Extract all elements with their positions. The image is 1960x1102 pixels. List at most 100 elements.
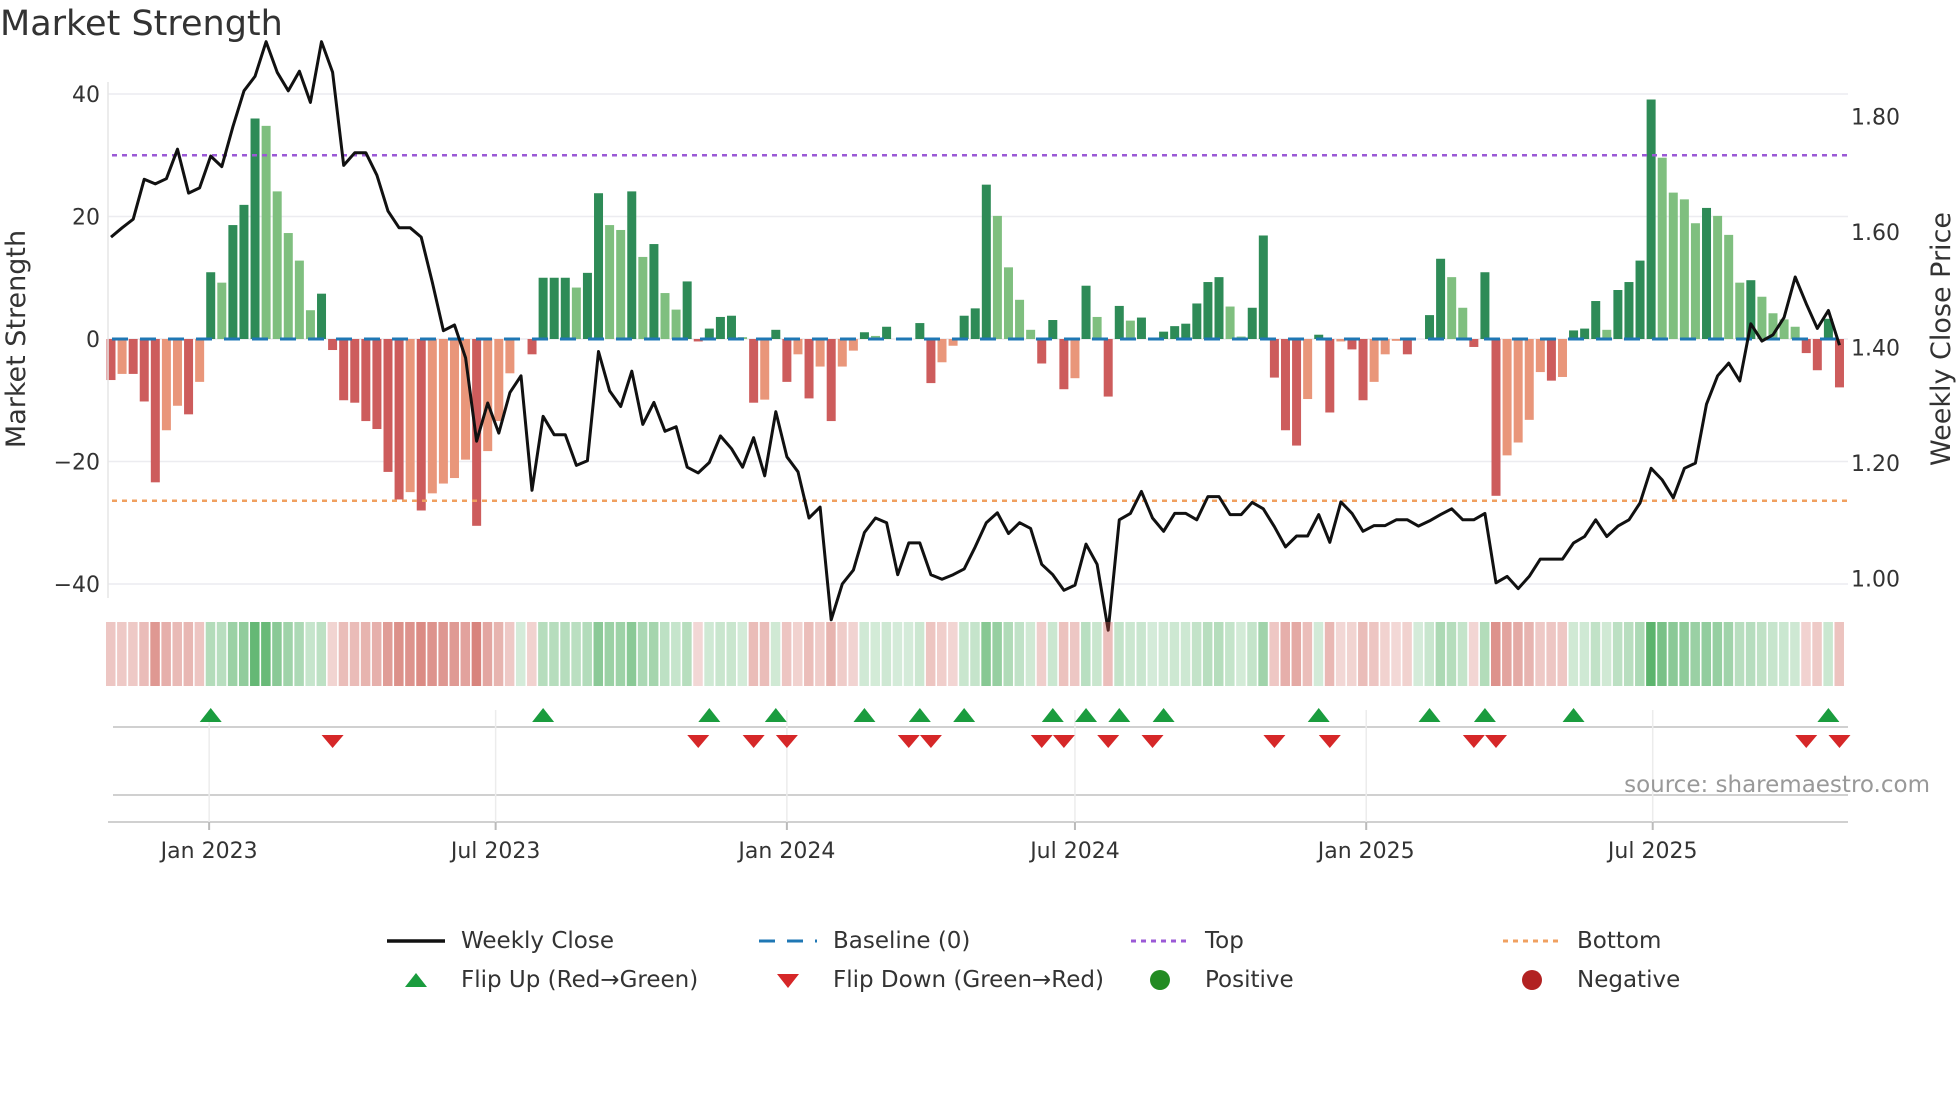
heat-cell xyxy=(715,622,725,686)
flip-down-marker xyxy=(1030,735,1053,748)
strength-bar xyxy=(726,315,736,339)
heat-cell xyxy=(1690,622,1700,686)
heat-cell xyxy=(316,622,327,686)
heat-cell xyxy=(1679,622,1689,686)
x-tick-label: Jul 2024 xyxy=(1028,839,1120,864)
strength-bar xyxy=(438,339,448,484)
heat-cell xyxy=(881,622,892,686)
legend-positive-swatch-icon xyxy=(1150,970,1170,990)
strength-bar xyxy=(449,339,459,479)
heat-cell xyxy=(560,622,570,686)
heat-cell xyxy=(660,622,670,686)
strength-bar xyxy=(1713,215,1723,339)
strength-bar xyxy=(1557,339,1567,377)
x-tick-label: Jan 2024 xyxy=(736,839,835,864)
y-tick-label: 40 xyxy=(72,83,100,108)
heat-cell xyxy=(1092,622,1102,686)
strength-bar xyxy=(505,339,515,374)
heat-cell xyxy=(1191,622,1202,686)
strength-bar xyxy=(1015,299,1025,339)
flip-up-marker xyxy=(1041,708,1064,722)
strength-bar xyxy=(1524,339,1534,420)
heat-cell xyxy=(1291,622,1302,686)
y-tick-label: 20 xyxy=(72,206,100,231)
legend-label: Positive xyxy=(1205,967,1294,993)
strength-bar xyxy=(1436,258,1446,339)
heat-cell xyxy=(1169,622,1180,686)
flip-up-marker xyxy=(1418,708,1441,722)
heat-cell xyxy=(1069,622,1080,686)
heat-cell xyxy=(261,622,271,686)
heat-cell xyxy=(1635,622,1645,686)
heat-cell xyxy=(1612,622,1623,686)
heat-cell xyxy=(1214,622,1224,686)
strength-bar xyxy=(1292,339,1302,446)
legend-label: Flip Down (Green→Red) xyxy=(833,967,1104,993)
strength-bar xyxy=(1447,277,1457,339)
strength-bar xyxy=(1225,306,1235,339)
legend-baseline-swatch-icon xyxy=(759,939,817,943)
strength-bar xyxy=(1425,315,1435,339)
strength-bar xyxy=(1347,339,1357,350)
heat-cell xyxy=(937,622,947,686)
strength-bar xyxy=(184,339,194,415)
heat-cell xyxy=(161,622,171,686)
flip-markers-panel xyxy=(108,708,1851,830)
legend-label: Negative xyxy=(1577,967,1681,993)
strength-bar xyxy=(161,339,171,431)
y2-tick-label: 1.00 xyxy=(1851,568,1900,593)
strength-bar xyxy=(483,339,493,452)
strength-bar xyxy=(1081,285,1091,339)
strength-bar xyxy=(1535,339,1545,373)
strength-bar xyxy=(1646,99,1656,339)
heat-cell xyxy=(394,622,404,686)
heat-cell xyxy=(272,622,282,686)
strength-bar xyxy=(1136,317,1146,339)
legend-line-swatch-icon xyxy=(387,939,445,943)
strength-bar xyxy=(715,316,725,339)
heat-cell xyxy=(1380,622,1390,686)
heat-cell xyxy=(970,622,980,686)
strength-bar xyxy=(361,339,371,422)
strength-bar xyxy=(1003,267,1013,339)
heat-cell xyxy=(1103,622,1113,686)
strength-bar xyxy=(749,339,759,403)
strength-bar xyxy=(1103,339,1113,397)
strength-bar xyxy=(1724,234,1734,339)
heat-cell xyxy=(1003,622,1013,686)
heat-cell xyxy=(1568,622,1579,686)
strength-bar xyxy=(1303,339,1313,400)
strength-bar xyxy=(1690,223,1700,339)
heat-cell xyxy=(1269,622,1279,686)
heat-cell xyxy=(1779,622,1789,686)
heat-cell xyxy=(1402,622,1412,686)
strength-bar xyxy=(1170,326,1180,339)
heat-cell xyxy=(327,622,338,686)
strength-bar xyxy=(1070,339,1080,379)
strength-bar xyxy=(1092,316,1102,339)
strength-bar xyxy=(882,326,892,339)
strength-bar xyxy=(760,339,770,400)
heat-cell xyxy=(1457,622,1468,686)
heat-cell xyxy=(383,622,393,686)
strength-bar xyxy=(1657,157,1667,339)
strength-bar xyxy=(427,339,437,494)
flip-down-marker xyxy=(1097,735,1120,748)
heat-cell xyxy=(1502,622,1512,686)
flip-down-marker xyxy=(897,735,920,748)
strength-bar xyxy=(261,125,271,339)
source-label: source: sharemaestro.com xyxy=(1624,772,1930,798)
heat-cell xyxy=(216,622,227,686)
strength-bar xyxy=(1834,339,1844,388)
heat-cell xyxy=(1413,622,1423,686)
strength-bar xyxy=(1192,303,1202,339)
heat-cell xyxy=(1324,622,1335,686)
legend-item-bottom: Bottom xyxy=(1501,928,1661,954)
x-tick-label: Jan 2025 xyxy=(1316,839,1415,864)
flip-down-marker xyxy=(1318,735,1341,748)
heat-cell xyxy=(1734,622,1745,686)
strength-bar xyxy=(560,277,570,339)
strength-bar xyxy=(1491,339,1501,496)
strength-bar xyxy=(394,339,404,500)
heat-cell xyxy=(128,622,138,686)
